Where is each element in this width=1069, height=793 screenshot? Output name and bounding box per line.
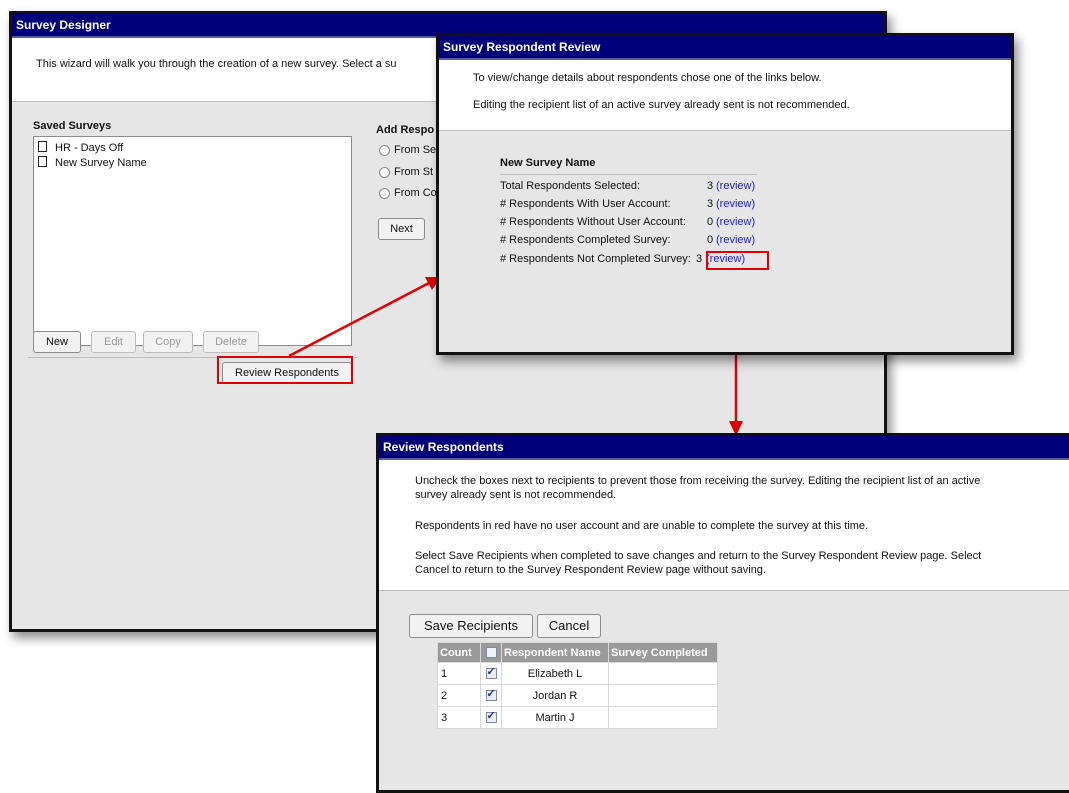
summary-label: # Respondents With User Account: bbox=[500, 198, 671, 210]
save-recipients-button[interactable]: Save Recipients bbox=[409, 614, 533, 638]
column-header-select-all[interactable] bbox=[480, 642, 502, 663]
instructions-line: survey already sent is not recommended. bbox=[415, 489, 617, 501]
review-link[interactable]: (review) bbox=[716, 180, 755, 192]
row-count: 2 bbox=[437, 684, 481, 707]
summary-count: 3 bbox=[696, 253, 703, 265]
saved-surveys-list[interactable]: HR - Days Off New Survey Name bbox=[33, 136, 352, 346]
document-icon bbox=[38, 141, 47, 152]
instructions-line: Cancel to return to the Survey Responden… bbox=[415, 564, 766, 576]
review-link[interactable]: (review) bbox=[716, 216, 755, 228]
divider bbox=[500, 174, 757, 175]
delete-button[interactable]: Delete bbox=[203, 331, 259, 353]
column-header-completed: Survey Completed bbox=[608, 642, 718, 663]
review-respondents-title: Review Respondents bbox=[379, 436, 1069, 460]
summary-count: 0 bbox=[707, 234, 714, 246]
summary-count: 3 bbox=[707, 198, 714, 210]
row-count: 1 bbox=[437, 662, 481, 685]
table-row: 3 Martin J bbox=[437, 706, 718, 729]
summary-label: # Respondents Without User Account: bbox=[500, 216, 686, 228]
row-count: 3 bbox=[437, 706, 481, 729]
summary-row: # Respondents With User Account: 3 (revi… bbox=[500, 198, 800, 216]
row-checkbox[interactable] bbox=[485, 709, 497, 724]
survey-completed-cell bbox=[608, 706, 718, 729]
next-button[interactable]: Next bbox=[378, 218, 425, 240]
survey-completed-cell bbox=[608, 662, 718, 685]
table-row: 2 Jordan R bbox=[437, 684, 718, 707]
summary-row: # Respondents Without User Account: 0 (r… bbox=[500, 216, 800, 234]
summary-count: 0 bbox=[707, 216, 714, 228]
add-option-radio[interactable]: From Co bbox=[379, 185, 437, 201]
instructions-line: Uncheck the boxes next to recipients to … bbox=[415, 475, 981, 487]
table-row: 1 Elizabeth L bbox=[437, 662, 718, 685]
review-link[interactable]: (review) bbox=[706, 253, 745, 265]
respondents-table: Count Respondent Name Survey Completed 1… bbox=[437, 642, 718, 729]
column-header-count: Count bbox=[437, 642, 481, 663]
review-respondents-window: Review Respondents Uncheck the boxes nex… bbox=[376, 433, 1069, 793]
radio-icon bbox=[379, 166, 390, 178]
saved-surveys-heading: Saved Surveys bbox=[33, 120, 112, 132]
summary-row: Total Respondents Selected: 3 (review) bbox=[500, 180, 800, 198]
respondent-review-intro-line2: Editing the recipient list of an active … bbox=[473, 99, 850, 111]
document-icon bbox=[38, 156, 47, 167]
review-respondents-button[interactable]: Review Respondents bbox=[222, 362, 352, 384]
radio-icon bbox=[379, 187, 390, 199]
summary-count: 3 bbox=[707, 180, 714, 192]
summary-label: # Respondents Not Completed Survey: bbox=[500, 253, 691, 265]
new-button[interactable]: New bbox=[33, 331, 81, 353]
summary-row: # Respondents Not Completed Survey: 3 (r… bbox=[500, 253, 800, 271]
review-link[interactable]: (review) bbox=[716, 198, 755, 210]
row-checkbox-cell[interactable] bbox=[480, 684, 502, 707]
table-header-row: Count Respondent Name Survey Completed bbox=[437, 642, 718, 663]
list-item[interactable]: New Survey Name bbox=[38, 156, 347, 171]
respondent-name: Jordan R bbox=[501, 684, 609, 707]
respondent-review-title: Survey Respondent Review bbox=[439, 36, 1011, 60]
summary-label: Total Respondents Selected: bbox=[500, 180, 641, 192]
add-respondents-heading: Add Respo bbox=[376, 124, 435, 136]
respondent-name: Martin J bbox=[501, 706, 609, 729]
copy-button[interactable]: Copy bbox=[143, 331, 193, 353]
instructions-line: Select Save Recipients when completed to… bbox=[415, 550, 982, 562]
respondent-review-intro-line1: To view/change details about respondents… bbox=[473, 72, 822, 84]
instructions-line: Respondents in red have no user account … bbox=[415, 520, 869, 532]
survey-completed-cell bbox=[608, 684, 718, 707]
survey-designer-intro-text: This wizard will walk you through the cr… bbox=[36, 58, 397, 70]
add-option-radio[interactable]: From St bbox=[379, 164, 433, 180]
add-option-radio[interactable]: From Se bbox=[379, 142, 436, 158]
select-all-checkbox[interactable] bbox=[485, 647, 497, 659]
row-checkbox-cell[interactable] bbox=[480, 706, 502, 729]
respondent-review-window: Survey Respondent Review To view/change … bbox=[436, 33, 1014, 355]
respondent-name: Elizabeth L bbox=[501, 662, 609, 685]
respondent-review-intro-panel: To view/change details about respondents… bbox=[439, 60, 1011, 131]
review-respondents-intro-panel: Uncheck the boxes next to recipients to … bbox=[379, 460, 1069, 591]
radio-icon bbox=[379, 144, 390, 156]
summary-label: # Respondents Completed Survey: bbox=[500, 234, 671, 246]
list-item[interactable]: HR - Days Off bbox=[38, 141, 347, 156]
row-checkbox[interactable] bbox=[485, 687, 497, 702]
row-checkbox[interactable] bbox=[485, 665, 497, 680]
divider bbox=[28, 357, 358, 358]
survey-name-heading: New Survey Name bbox=[500, 157, 596, 169]
row-checkbox-cell[interactable] bbox=[480, 662, 502, 685]
cancel-button[interactable]: Cancel bbox=[537, 614, 601, 638]
review-link[interactable]: (review) bbox=[716, 234, 755, 246]
column-header-name: Respondent Name bbox=[501, 642, 609, 663]
summary-row: # Respondents Completed Survey: 0 (revie… bbox=[500, 234, 800, 252]
edit-button[interactable]: Edit bbox=[91, 331, 136, 353]
